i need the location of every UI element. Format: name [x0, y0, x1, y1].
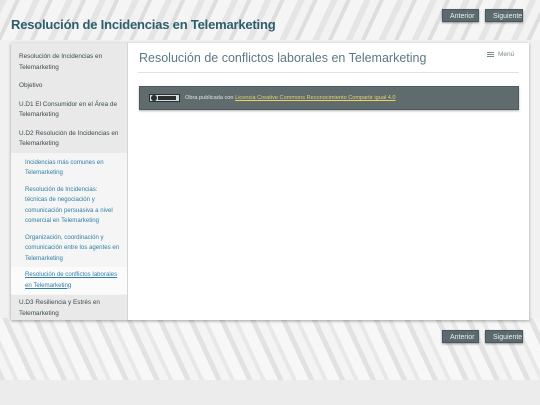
license-text: Obra publicada con Licencia Creative Com… [185, 95, 396, 101]
sidebar-subitem-incidencias[interactable]: Incidencias más comunes en Telemarketing [11, 155, 127, 182]
license-link[interactable]: Licencia Creative Commons Reconocimiento… [235, 95, 395, 101]
next-button[interactable]: Siguiente [485, 9, 523, 22]
sidebar-item-ud3[interactable]: U.D3 Resiliencia y Estrés en Telemarketi… [11, 295, 127, 322]
page-title: Resolución de conflictos laborales en Te… [139, 51, 427, 65]
sidebar-subitem-conflictos[interactable]: Resolución de conflictos laborales en Te… [11, 267, 127, 294]
sidebar-item-home[interactable]: Resolución de Incidencias en Telemarketi… [11, 49, 127, 76]
menu-label: Menú [498, 51, 515, 58]
previous-button-bottom[interactable]: Anterior [442, 330, 479, 343]
title-divider [138, 72, 519, 73]
bottom-navigation: Anterior Siguiente [442, 330, 523, 343]
sidebar-item-ud2[interactable]: U.D2 Resolución de Incidencias en Telema… [11, 126, 127, 153]
sidebar-item-ud1[interactable]: U.D1 El Consumidor en el Área de Telemar… [11, 97, 127, 124]
footer-band [0, 380, 540, 405]
previous-button[interactable]: Anterior [442, 9, 479, 22]
sidebar-item-objetivo[interactable]: Objetivo [11, 78, 127, 95]
creative-commons-badge-icon[interactable] [149, 94, 180, 102]
site-title: Resolución de Incidencias en Telemarketi… [11, 17, 276, 32]
license-banner: Obra publicada con Licencia Creative Com… [139, 86, 519, 110]
sidebar-subitem-organizacion[interactable]: Organización, coordinación y comunicació… [11, 230, 127, 268]
menu-toggle[interactable]: Menú [487, 51, 514, 58]
main-content: Resolución de conflictos laborales en Te… [129, 43, 529, 320]
top-navigation: Anterior Siguiente [442, 9, 523, 22]
sidebar-submenu-ud2: Incidencias más comunes en Telemarketing… [11, 152, 127, 295]
sidebar-subitem-negociacion[interactable]: Resolución de Incidencias: técnicas de n… [11, 182, 127, 230]
license-prefix: Obra publicada con [185, 95, 234, 101]
hamburger-icon [487, 52, 494, 57]
footer-background [0, 318, 540, 380]
next-button-bottom[interactable]: Siguiente [485, 330, 523, 343]
content-panel: Resolución de Incidencias en Telemarketi… [11, 43, 529, 320]
sidebar-menu: Resolución de Incidencias en Telemarketi… [11, 43, 128, 320]
